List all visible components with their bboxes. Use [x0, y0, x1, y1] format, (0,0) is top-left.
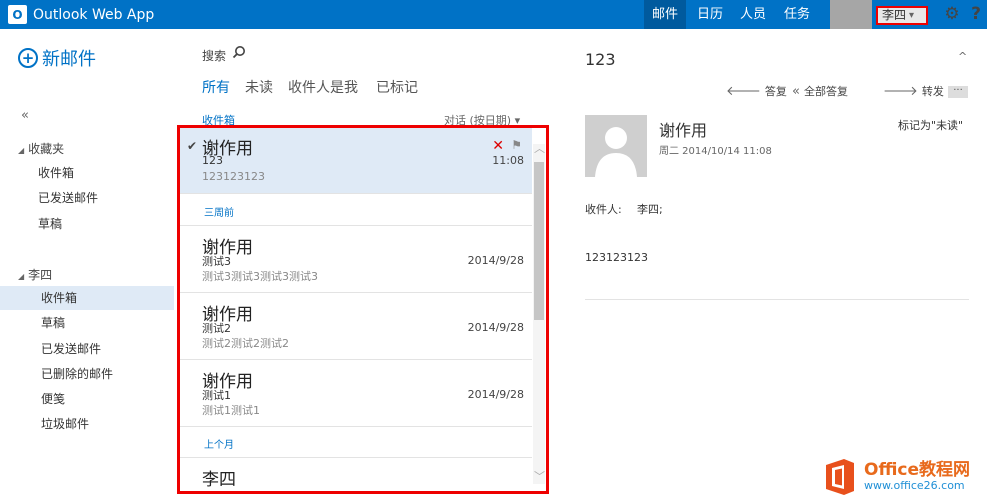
watermark: Office教程网 www.office26.com: [822, 453, 987, 501]
filter-all[interactable]: 所有: [202, 77, 230, 97]
gear-icon[interactable]: ⚙: [942, 3, 962, 25]
new-mail-button[interactable]: + 新邮件: [18, 45, 96, 71]
nav-mail[interactable]: 邮件: [644, 0, 687, 29]
reply-all-arrow-icon: «: [792, 83, 800, 99]
triangle-down-icon: ◢: [18, 272, 25, 281]
mark-as-unread-link[interactable]: 标记为"未读": [898, 117, 963, 133]
forward-label: 转发: [921, 85, 944, 98]
collapse-pane-icon[interactable]: «: [21, 108, 29, 123]
new-mail-label: 新邮件: [42, 49, 96, 70]
user-menu-button[interactable]: 李四 ▾: [876, 6, 928, 25]
chevron-down-icon: ▾: [909, 10, 915, 21]
sender-avatar: [585, 115, 647, 177]
reading-subject: 123: [585, 50, 616, 69]
folder-drafts[interactable]: 草稿: [0, 311, 174, 335]
reading-date: 周二 2014/10/14 11:08: [659, 146, 772, 157]
watermark-line2: www.office26.com: [864, 479, 965, 493]
app-brand[interactable]: O Outlook Web App: [8, 4, 154, 25]
chevron-up-icon[interactable]: ^: [958, 50, 967, 63]
account-header[interactable]: ◢ 李四: [18, 266, 52, 283]
favorites-title: 收藏夹: [28, 142, 65, 156]
folder-junk[interactable]: 垃圾邮件: [0, 412, 174, 436]
nav-calendar[interactable]: 日历: [689, 0, 731, 29]
favorites-item-drafts[interactable]: 草稿: [0, 212, 174, 236]
reading-sender[interactable]: 谢作用: [659, 117, 707, 141]
favorites-item-inbox[interactable]: 收件箱: [0, 161, 174, 185]
favorites-item-sent[interactable]: 已发送邮件: [0, 186, 174, 210]
reading-divider: [585, 299, 969, 300]
favorites-header[interactable]: ◢ 收藏夹: [18, 140, 64, 157]
folder-inbox[interactable]: 收件箱: [0, 286, 174, 310]
more-options-icon[interactable]: ···: [948, 86, 968, 98]
reply-all-label: 全部答复: [803, 85, 848, 98]
account-title: 李四: [28, 268, 53, 282]
recipients-value[interactable]: 李四;: [637, 201, 663, 217]
outlook-logo-icon: O: [8, 5, 27, 24]
folder-deleted[interactable]: 已删除的邮件: [0, 362, 174, 386]
reply-arrow-icon: 🡐: [726, 84, 761, 99]
reply-button[interactable]: 🡐 答复: [726, 83, 787, 99]
triangle-down-icon: ◢: [18, 146, 25, 155]
watermark-line1: Office教程网: [864, 459, 971, 480]
nav-people[interactable]: 人员: [732, 0, 774, 29]
filter-flagged[interactable]: 已标记: [376, 77, 418, 97]
app-title: Outlook Web App: [33, 6, 155, 23]
search-label[interactable]: 搜索: [202, 47, 226, 64]
folder-sent[interactable]: 已发送邮件: [0, 337, 174, 361]
help-icon[interactable]: ?: [968, 3, 984, 25]
user-name: 李四: [882, 8, 907, 22]
forward-arrow-icon: 🡒: [883, 84, 918, 99]
search-icon[interactable]: [232, 45, 246, 63]
user-photo-placeholder: [830, 0, 872, 29]
watermark-text: Office教程网 www.office26.com: [864, 459, 971, 493]
recipients-label: 收件人:: [585, 203, 622, 216]
nav-tasks[interactable]: 任务: [776, 0, 818, 29]
reply-all-button[interactable]: « 全部答复: [792, 83, 848, 99]
message-list-highlight: [177, 125, 549, 494]
reply-label: 答复: [764, 85, 787, 98]
message-body: 123123123: [585, 251, 648, 264]
filter-to-me[interactable]: 收件人是我: [288, 77, 358, 97]
office-logo-icon: [826, 459, 854, 495]
filter-unread[interactable]: 未读: [245, 77, 273, 97]
plus-circle-icon: +: [18, 48, 38, 68]
forward-button[interactable]: 🡒 转发: [883, 83, 944, 99]
folder-notes[interactable]: 便笺: [0, 387, 174, 411]
